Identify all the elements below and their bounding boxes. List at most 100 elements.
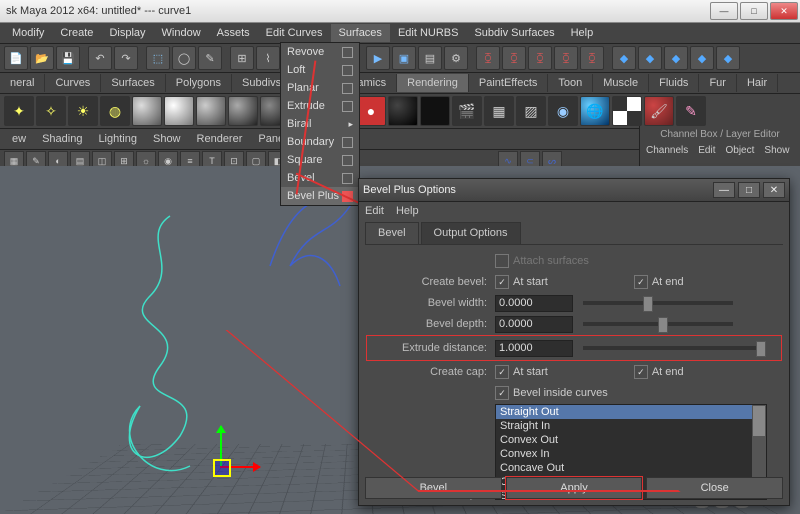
menu-item-square[interactable]: Square (281, 151, 359, 169)
shelf-globals[interactable]: ▨ (516, 96, 546, 126)
shelf-light-4[interactable]: ◍ (100, 96, 130, 126)
const-3[interactable]: ◆ (664, 46, 688, 70)
create-cap-start-checkbox[interactable] (495, 365, 509, 379)
shelf-mat-1[interactable] (132, 96, 162, 126)
shelf-light-2[interactable]: ✧ (36, 96, 66, 126)
tool-snap-grid[interactable]: ⊞ (230, 46, 254, 70)
shelf-hyper[interactable]: ◉ (548, 96, 578, 126)
menu-item-revolve[interactable]: Revove (281, 43, 359, 61)
panel-renderer[interactable]: Renderer (189, 130, 251, 148)
dialog-menu-help[interactable]: Help (396, 205, 419, 217)
shelf-tab-fur[interactable]: Fur (699, 74, 737, 92)
dialog-close[interactable]: ✕ (763, 182, 785, 198)
tool-lasso[interactable]: ◯ (172, 46, 196, 70)
shelf-mat-3[interactable] (196, 96, 226, 126)
const-5[interactable]: ◆ (716, 46, 740, 70)
menu-edit-nurbs[interactable]: Edit NURBS (390, 24, 467, 42)
shelf-globe[interactable]: 🌐 (580, 96, 610, 126)
menu-display[interactable]: Display (101, 24, 153, 42)
menu-create[interactable]: Create (52, 24, 101, 42)
bevel-depth-slider[interactable] (583, 322, 733, 326)
create-cap-end-checkbox[interactable] (634, 365, 648, 379)
menu-window[interactable]: Window (154, 24, 209, 42)
bevel-inside-checkbox[interactable] (495, 386, 509, 400)
shelf-light-1[interactable]: ✦ (4, 96, 34, 126)
shelf-tab-rendering[interactable]: Rendering (397, 74, 469, 92)
cb-tab-channels[interactable]: Channels (646, 145, 688, 156)
tool-save[interactable]: 💾 (56, 46, 80, 70)
magnet-4[interactable]: ⧲ (554, 46, 578, 70)
shelf-tab-muscle[interactable]: Muscle (593, 74, 649, 92)
close-button-dialog[interactable]: Close (646, 477, 783, 499)
dialog-tab-bevel[interactable]: Bevel (365, 222, 419, 244)
magnet-3[interactable]: ⧲ (528, 46, 552, 70)
shelf-brush[interactable]: ✎ (676, 96, 706, 126)
close-button[interactable]: ✕ (770, 2, 798, 20)
const-1[interactable]: ◆ (612, 46, 636, 70)
menu-item-birail[interactable]: Birail (281, 115, 359, 133)
shelf-tab-hair[interactable]: Hair (737, 74, 778, 92)
shelf-mat-black[interactable] (388, 96, 418, 126)
magnet-2[interactable]: ⧲ (502, 46, 526, 70)
bevel-depth-input[interactable] (495, 316, 573, 333)
extrude-distance-slider[interactable] (583, 346, 763, 350)
style-convex-in[interactable]: Convex In (496, 447, 766, 461)
menu-modify[interactable]: Modify (4, 24, 52, 42)
create-bevel-end-checkbox[interactable] (634, 275, 648, 289)
shelf-tab-general[interactable]: neral (0, 74, 45, 92)
tool-ipr[interactable]: ▣ (392, 46, 416, 70)
tool-render[interactable]: ▶ (366, 46, 390, 70)
extrude-distance-input[interactable] (495, 340, 573, 357)
const-4[interactable]: ◆ (690, 46, 714, 70)
shelf-render-3[interactable]: ● (356, 96, 386, 126)
shelf-tab-surfaces[interactable]: Surfaces (101, 74, 165, 92)
style-convex-out[interactable]: Convex Out (496, 433, 766, 447)
dialog-maximize[interactable]: □ (738, 182, 760, 198)
menu-subdiv-surfaces[interactable]: Subdiv Surfaces (466, 24, 562, 42)
panel-show[interactable]: Show (145, 130, 189, 148)
create-bevel-start-checkbox[interactable] (495, 275, 509, 289)
cb-tab-object[interactable]: Object (726, 145, 755, 156)
style-concave-out[interactable]: Concave Out (496, 461, 766, 475)
tool-open[interactable]: 📂 (30, 46, 54, 70)
shelf-check[interactable] (612, 96, 642, 126)
menu-item-planar[interactable]: Planar (281, 79, 359, 97)
menu-assets[interactable]: Assets (209, 24, 258, 42)
menu-help[interactable]: Help (563, 24, 602, 42)
tool-render-globals[interactable]: ⚙ (444, 46, 468, 70)
menu-item-loft[interactable]: Loft (281, 61, 359, 79)
tool-snap-curve[interactable]: ⌇ (256, 46, 280, 70)
shelf-paint[interactable]: 🖌 (644, 96, 674, 126)
tool-render-view[interactable]: ▤ (418, 46, 442, 70)
style-straight-out[interactable]: Straight Out (496, 405, 766, 419)
magnet-1[interactable]: ⧲ (476, 46, 500, 70)
axis-center-icon[interactable] (213, 459, 231, 477)
bevel-width-slider[interactable] (583, 301, 733, 305)
shelf-mat-2[interactable] (164, 96, 194, 126)
bevel-width-input[interactable] (495, 295, 573, 312)
bevel-button[interactable]: Bevel (365, 477, 502, 499)
maximize-button[interactable]: □ (740, 2, 768, 20)
menu-item-extrude[interactable]: Extrude (281, 97, 359, 115)
panel-lighting[interactable]: Lighting (90, 130, 145, 148)
shelf-light-3[interactable]: ☀ (68, 96, 98, 126)
shelf-tab-curves[interactable]: Curves (45, 74, 101, 92)
tool-redo[interactable]: ↷ (114, 46, 138, 70)
shelf-mat-black2[interactable] (420, 96, 450, 126)
dialog-menu-edit[interactable]: Edit (365, 205, 384, 217)
cb-tab-edit[interactable]: Edit (698, 145, 715, 156)
apply-button[interactable]: Apply (506, 477, 643, 499)
shelf-tab-painteffects[interactable]: PaintEffects (469, 74, 549, 92)
tool-select[interactable]: ⬚ (146, 46, 170, 70)
attach-surfaces-checkbox[interactable] (495, 254, 509, 268)
dialog-minimize[interactable]: — (713, 182, 735, 198)
shelf-tab-toon[interactable]: Toon (548, 74, 593, 92)
tool-undo[interactable]: ↶ (88, 46, 112, 70)
panel-view[interactable]: ew (4, 130, 34, 148)
shelf-mat-4[interactable] (228, 96, 258, 126)
menu-item-boundary[interactable]: Boundary (281, 133, 359, 151)
dialog-tab-output[interactable]: Output Options (421, 222, 521, 244)
menu-edit-curves[interactable]: Edit Curves (258, 24, 331, 42)
magnet-5[interactable]: ⧲ (580, 46, 604, 70)
shelf-batch[interactable]: ▦ (484, 96, 514, 126)
